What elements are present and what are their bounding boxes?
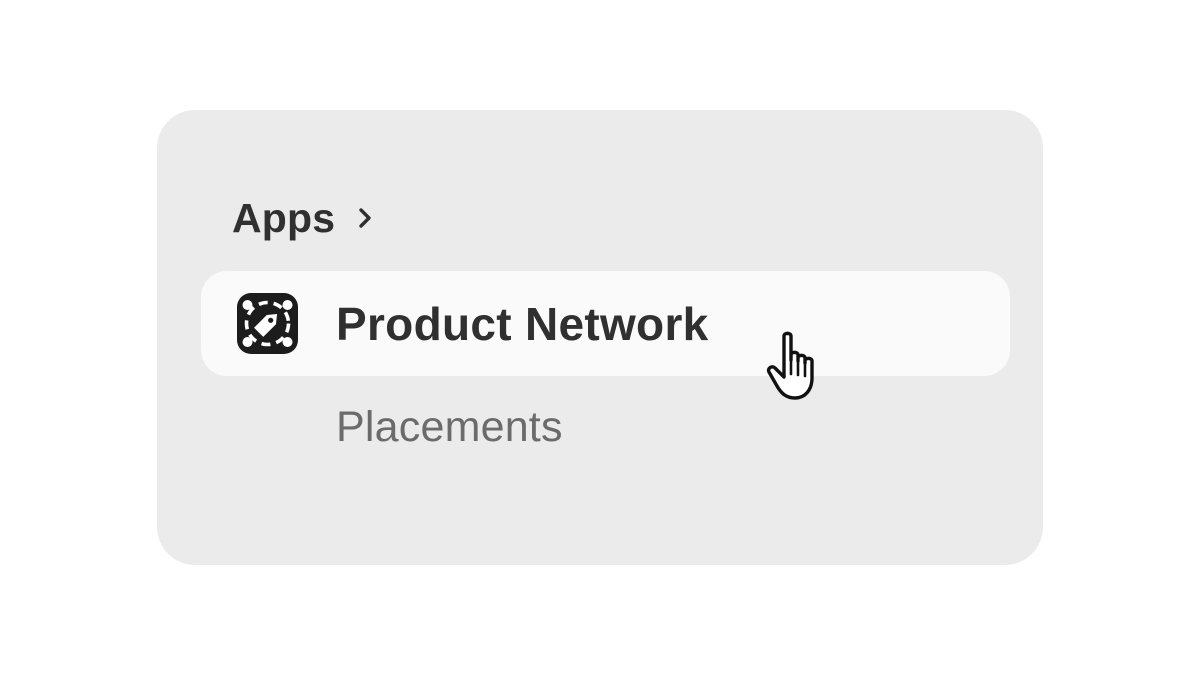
nav-item-label: Product Network bbox=[336, 298, 709, 350]
navigation-panel: Apps Product Network Placements bbox=[157, 110, 1043, 565]
nav-subitem-placements[interactable]: Placements bbox=[336, 402, 563, 452]
apps-section-link[interactable]: Apps bbox=[232, 192, 375, 244]
apps-section-label: Apps bbox=[232, 194, 336, 241]
chevron-right-icon bbox=[355, 205, 375, 231]
nav-item-product-network[interactable]: Product Network bbox=[201, 271, 1010, 376]
product-network-tag-icon bbox=[237, 293, 298, 354]
